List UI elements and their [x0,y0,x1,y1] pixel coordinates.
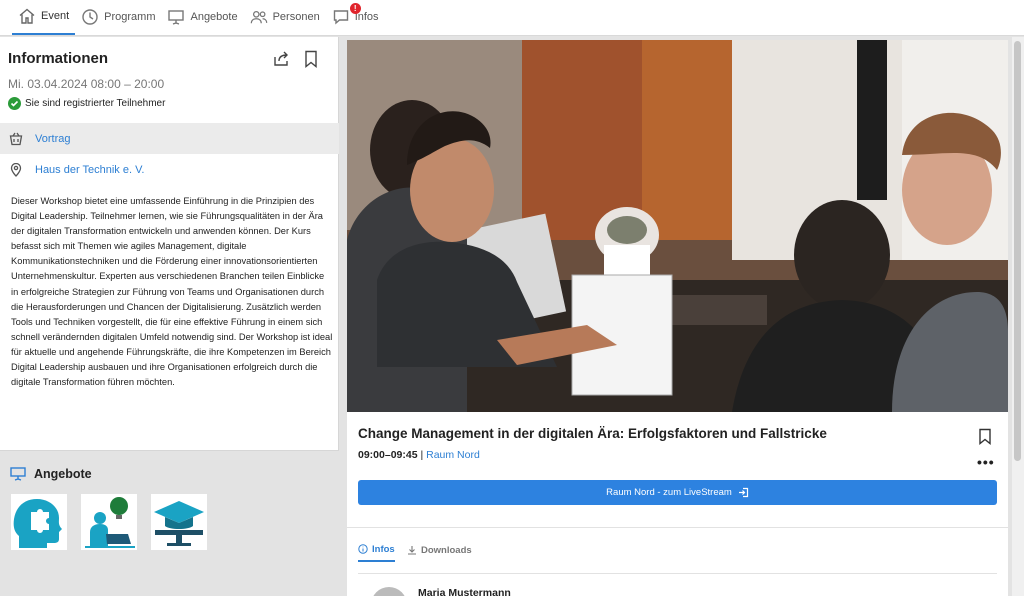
download-icon [408,546,416,555]
info-panel: Informationen Mi. 03.04.2024 08:00 – 20:… [0,37,339,451]
presentation-icon [10,467,26,481]
nav-item-personen[interactable]: Personen [244,0,326,35]
info-title: Informationen [8,50,108,67]
nav-item-label: Personen [272,11,320,23]
nav-item-infos[interactable]: ! Infos [326,0,385,35]
graduation-cap-screen-icon [154,501,204,546]
tab-label: Infos [372,543,395,555]
event-type-link[interactable]: Vortrag [35,133,70,145]
scrollbar-thumb[interactable] [1014,41,1021,461]
offer-tile-3[interactable] [151,494,207,550]
speaker-name[interactable]: Maria Mustermann [418,587,511,596]
info-circle-icon [358,544,368,554]
tab-downloads[interactable]: Downloads [407,538,472,562]
session-photo [347,40,1008,412]
location-link[interactable]: Haus der Technik e. V. [35,164,144,176]
offers-title: Angebote [34,467,92,481]
location-row[interactable]: Haus der Technik e. V. [0,154,339,185]
event-type-row[interactable]: Vortrag [0,123,339,154]
clock-icon [82,9,98,25]
basket-icon [9,132,23,145]
tab-label: Downloads [421,544,472,556]
room-link[interactable]: Raum Nord [426,449,480,461]
time-room-separator: | [417,449,427,461]
nav-item-label: Programm [104,11,156,23]
sign-in-icon [738,487,748,498]
chat-icon [333,10,348,25]
head-puzzle-icon [13,499,62,548]
tab-infos[interactable]: Infos [358,538,395,562]
more-options-icon[interactable]: ••• [977,454,995,470]
event-date: Mi. 03.04.2024 08:00 – 20:00 [8,77,165,91]
nav-item-programm[interactable]: Programm [75,0,161,35]
bookmark-icon[interactable] [978,428,992,445]
session-time: 09:00–09:45 [358,449,418,461]
nav-item-angebote[interactable]: Angebote [161,0,243,35]
registration-status: Sie sind registrierter Teilnehmer [8,97,165,110]
session-title: Change Management in der digitalen Ära: … [358,426,827,441]
scrollbar[interactable] [1012,37,1024,596]
presentation-icon [168,10,185,25]
session-time-room: 09:00–09:45 | Raum Nord [358,449,480,461]
offers-heading: Angebote [10,467,92,481]
nav-item-event[interactable]: Event [12,0,76,35]
top-nav: Event Programm Angebote Personen ! Infos [0,0,1024,36]
tab-underline-divider [358,573,997,574]
livestream-button-label: Raum Nord - zum LiveStream [606,487,732,498]
people-icon [250,10,267,24]
location-pin-icon [10,162,22,177]
check-circle-icon [8,97,21,110]
event-description: Dieser Workshop bietet eine umfassende E… [11,196,333,388]
offer-tile-1[interactable] [11,494,67,550]
person-laptop-idea-icon [85,497,135,548]
bookmark-icon[interactable] [303,50,319,68]
offer-tile-2[interactable] [81,494,137,550]
notification-badge: ! [349,3,361,14]
home-icon [19,8,35,24]
share-icon[interactable] [272,50,290,68]
registration-text: Sie sind registrierter Teilnehmer [25,98,166,109]
avatar[interactable] [371,587,407,596]
nav-item-label: Event [41,10,70,22]
livestream-button[interactable]: Raum Nord - zum LiveStream [358,480,997,505]
session-panel: Change Management in der digitalen Ära: … [347,40,1008,596]
divider [347,527,1008,528]
nav-item-label: Angebote [190,11,238,23]
